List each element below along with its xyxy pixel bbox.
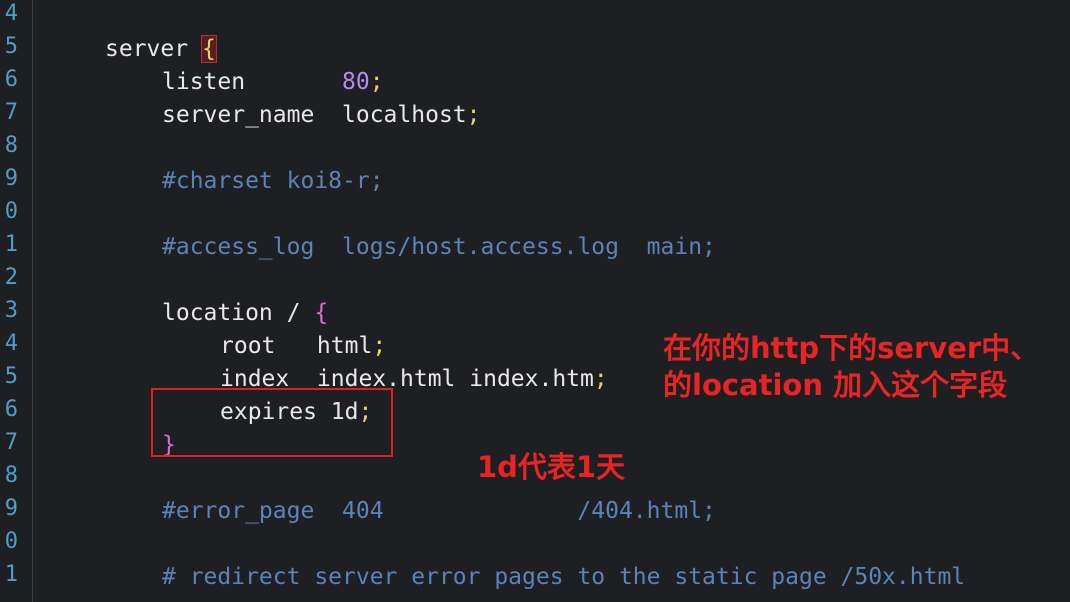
annotation-one-day: 1d代表1天 [477, 450, 626, 484]
code-line[interactable]: listen 80; [162, 66, 384, 99]
code-token: #charset koi8-r; [162, 168, 384, 194]
code-token: server_name localhost [162, 102, 467, 128]
line-number: 4 [4, 1, 18, 26]
line-number: 8 [4, 463, 18, 488]
code-token: #access_log logs/host.access.log main; [162, 234, 716, 260]
code-line[interactable]: #access_log logs/host.access.log main; [162, 231, 716, 264]
code-token: # redirect server error pages to the sta… [162, 564, 966, 590]
code-line[interactable]: #charset koi8-r; [162, 165, 384, 198]
line-number: 9 [4, 166, 18, 191]
code-token: location / [162, 300, 315, 326]
line-number: 6 [4, 67, 18, 92]
line-number: 0 [4, 199, 18, 224]
code-token: 80 [342, 69, 370, 95]
line-number: 5 [4, 364, 18, 389]
annotation-line-1: 在你的http下的server中、 [663, 331, 1040, 365]
line-number: 5 [4, 34, 18, 59]
code-token: ; [372, 333, 387, 359]
code-token: ; [369, 69, 384, 95]
code-token: ; [593, 366, 608, 392]
code-token: { [200, 35, 217, 63]
line-number: 1 [4, 232, 18, 257]
code-token: { [314, 300, 329, 326]
line-number: 9 [4, 496, 18, 521]
line-number-gutter: 4 5 6 7 8 9 0 1 2 3 4 5 6 7 8 9 0 1 [0, 0, 33, 602]
code-line[interactable]: location / { [162, 297, 328, 330]
code-line[interactable]: # redirect server error pages to the sta… [162, 561, 965, 594]
code-token: server [105, 36, 202, 62]
annotation-add-field: 在你的http下的server中、 的location 加入这个字段 [663, 330, 1039, 404]
line-number: 6 [4, 397, 18, 422]
line-number: 7 [4, 430, 18, 455]
line-number: 4 [4, 331, 18, 356]
code-line[interactable]: root html; [220, 330, 386, 363]
code-line[interactable]: server { [105, 33, 217, 66]
line-number: 7 [4, 100, 18, 125]
code-token: root html [220, 333, 373, 359]
line-number: 0 [4, 529, 18, 554]
code-token: listen [162, 69, 343, 95]
highlight-box-expires [151, 388, 393, 457]
line-number: 1 [4, 562, 18, 587]
code-line[interactable]: server_name localhost; [162, 99, 481, 132]
line-number: 8 [4, 133, 18, 158]
code-editor[interactable]: server {listen 80; server_name localhost;… [45, 0, 1070, 602]
code-line[interactable]: #error_page 404 /404.html; [162, 495, 716, 528]
code-token: ; [466, 102, 481, 128]
line-number: 3 [4, 298, 18, 323]
code-token: #error_page 404 /404.html; [162, 498, 716, 524]
line-number: 2 [4, 265, 18, 290]
annotation-line-2: 的location 加入这个字段 [663, 368, 1008, 402]
